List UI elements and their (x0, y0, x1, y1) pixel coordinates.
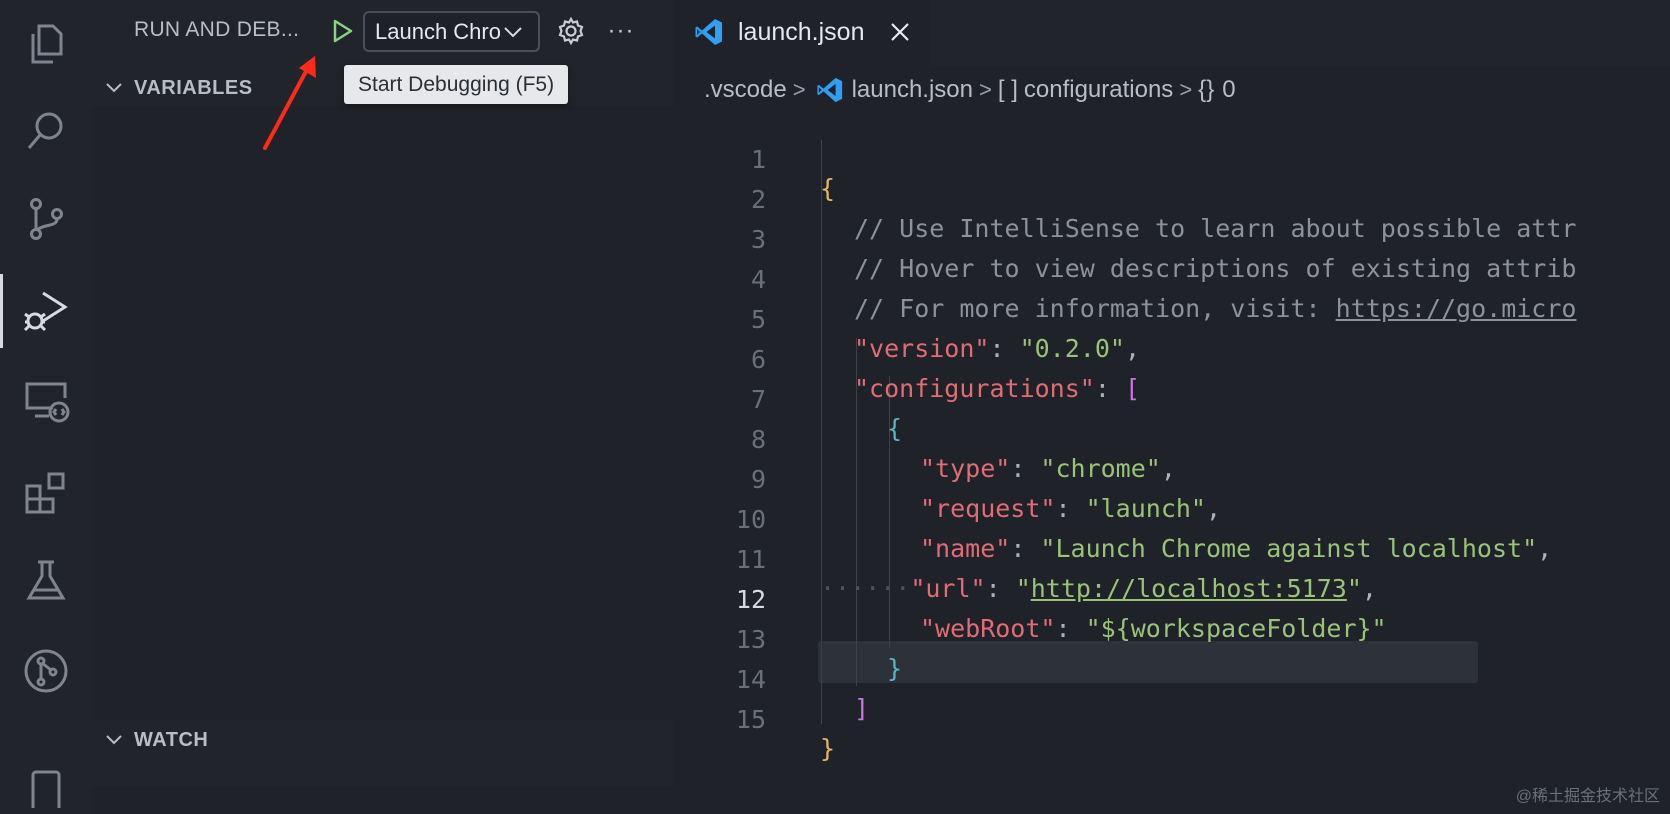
variables-section-title: VARIABLES (134, 76, 253, 99)
chevron-right-icon: > (1179, 77, 1193, 102)
breadcrumb-folder[interactable]: .vscode (704, 76, 787, 104)
partial-icon[interactable] (0, 740, 92, 814)
breadcrumb-array-icon: [ ] (997, 76, 1018, 103)
start-debugging-tooltip: Start Debugging (F5) (344, 65, 569, 104)
code-line: 3 // Hover to view descriptions of exist… (674, 190, 1670, 283)
code-line: 15 } (674, 670, 1670, 763)
open-launch-json-button[interactable] (554, 14, 588, 48)
code-line: 9 "request": "launch", (674, 430, 1670, 523)
start-debugging-button[interactable] (328, 16, 358, 46)
git-graph-icon[interactable] (0, 628, 92, 714)
remote-explorer-icon[interactable] (0, 358, 92, 444)
chevron-down-icon (504, 27, 522, 38)
tab-launch-json[interactable]: launch.json (674, 0, 930, 66)
launch-config-value: Launch Chro (375, 18, 500, 44)
chevron-right-icon: > (979, 77, 992, 102)
line-number: 15 (735, 705, 766, 734)
code-line: 4 // For more information, visit: https:… (674, 230, 1670, 323)
watch-section-header[interactable]: WATCH (92, 717, 674, 763)
ellipsis-icon[interactable]: ··· (604, 14, 638, 48)
editor-area: launch.json .vscode > launch.json > [ ] … (674, 0, 1670, 814)
code-text: } (820, 734, 836, 763)
variables-panel (92, 106, 674, 720)
watermark: @稀土掘金技术社区 (1515, 788, 1660, 805)
breadcrumb: .vscode > launch.json > [ ] configuratio… (704, 70, 1236, 110)
chevron-down-icon (106, 735, 122, 745)
breadcrumb-item-0[interactable]: 0 (1222, 76, 1235, 104)
run-debug-icon[interactable] (0, 268, 92, 354)
code-line-current: 12 "webRoot": "${workspaceFolder}" (674, 550, 1670, 643)
watch-section-title: WATCH (134, 728, 209, 751)
breadcrumb-configurations[interactable]: configurations (1024, 76, 1173, 104)
code-line: 2 // Use IntelliSense to learn about pos… (674, 150, 1670, 243)
play-icon (333, 19, 353, 43)
tab-strip: launch.json (674, 0, 1670, 66)
chevron-down-icon (106, 83, 122, 93)
side-bar-title: RUN AND DEB... (134, 18, 300, 41)
explorer-icon[interactable] (0, 0, 92, 86)
breadcrumb-object-icon: {} (1198, 76, 1215, 103)
code-line: 13 } (674, 590, 1670, 683)
chevron-right-icon: > (792, 77, 806, 102)
close-icon[interactable] (888, 20, 912, 44)
search-icon[interactable] (0, 88, 92, 174)
vscode-icon (695, 19, 722, 45)
testing-icon[interactable] (0, 538, 92, 624)
side-bar-header: RUN AND DEB... Launch Chro ··· (92, 0, 674, 64)
watch-panel (92, 786, 674, 814)
source-control-icon[interactable] (0, 176, 92, 262)
code-line: 5 "version": "0.2.0", (674, 270, 1670, 363)
annotation-arrow-icon (263, 56, 316, 150)
code-editor[interactable]: 1 { 2 // Use IntelliSense to learn about… (674, 110, 1670, 763)
launch-config-select[interactable]: Launch Chro (363, 11, 540, 52)
activity-bar (0, 0, 92, 814)
code-line: 8 "type": "chrome", (674, 390, 1670, 483)
code-line: 11 ······"url": "http://localhost:5173", (674, 510, 1670, 603)
code-line: 10 "name": "Launch Chrome against localh… (674, 470, 1670, 563)
code-line: 1 { (674, 110, 1670, 203)
extensions-icon[interactable] (0, 450, 92, 536)
code-line: 6 "configurations": [ (674, 310, 1670, 403)
breadcrumb-file[interactable]: launch.json (852, 76, 973, 104)
vscode-icon (816, 76, 844, 104)
side-bar: RUN AND DEB... Launch Chro ··· VARIABLES (92, 0, 674, 814)
code-line: 14 ] (674, 630, 1670, 723)
code-line: 7 { (674, 350, 1670, 443)
tab-label: launch.json (738, 17, 865, 46)
gear-icon (558, 16, 584, 46)
